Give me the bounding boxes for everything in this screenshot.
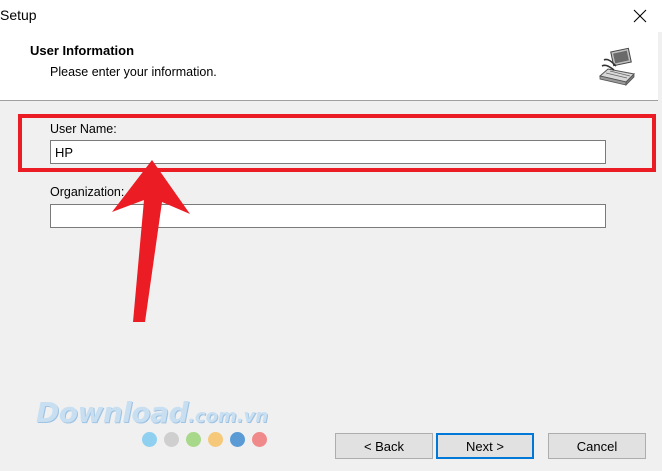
wizard-header: User Information Please enter your infor… [0, 32, 659, 100]
back-button[interactable]: < Back [335, 433, 433, 459]
page-subtitle: Please enter your information. [50, 65, 217, 79]
title-bar: Setup [0, 0, 662, 32]
computer-setup-icon [598, 47, 636, 86]
close-button[interactable] [618, 0, 662, 32]
close-icon [633, 9, 647, 23]
organization-label: Organization: [50, 185, 125, 199]
cancel-button-label: Cancel [576, 438, 618, 454]
cancel-button[interactable]: Cancel [548, 433, 646, 459]
window-edge [658, 32, 662, 471]
user-name-label: User Name: [50, 122, 117, 136]
user-name-input[interactable] [50, 140, 606, 164]
back-button-label: < Back [363, 438, 405, 454]
window-title: Setup [0, 7, 37, 23]
organization-input[interactable] [50, 204, 606, 228]
next-button[interactable]: Next > [436, 433, 534, 459]
page-title: User Information [30, 43, 135, 58]
next-button-label: Next > [466, 438, 504, 454]
